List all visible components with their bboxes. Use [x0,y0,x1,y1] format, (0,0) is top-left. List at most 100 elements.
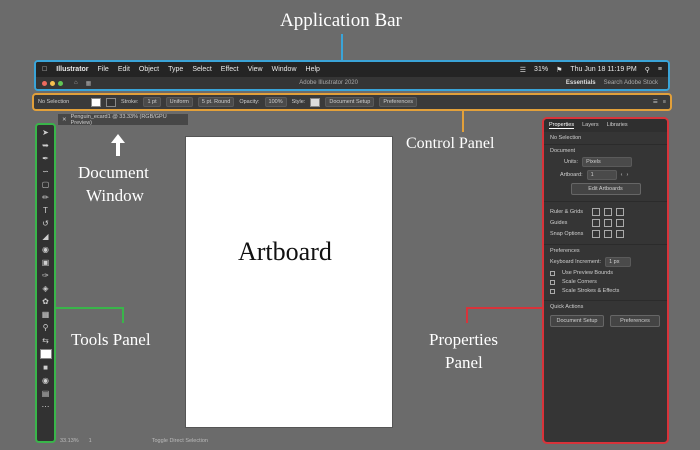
workspace-switcher[interactable]: Essentials [566,80,596,86]
screen-mode-icon[interactable]: ▤ [42,389,50,398]
artboard-navigator[interactable]: 1 [89,438,92,444]
stroke-profile-dropdown[interactable]: Uniform [165,97,193,107]
tools-panel-pointer-v [122,307,124,323]
panel-menu-icon[interactable]: ≡ [663,99,666,105]
search-icon[interactable]: ⚲ [645,66,650,74]
fill-stroke-swatch-icon[interactable] [39,349,52,359]
properties-panel: Properties Layers Libraries No Selection… [542,117,669,444]
status-bar: 33.13% 1 Toggle Direct Selection [58,436,538,445]
units-dropdown[interactable]: Pixels [582,157,633,167]
more-tools-icon[interactable]: ⋯ [42,402,50,411]
color-mode-icon[interactable]: ■ [43,363,48,372]
rotate-tool-icon[interactable]: ↺ [42,219,49,228]
fill-swatch[interactable] [91,97,101,107]
preferences-button[interactable]: Preferences [379,97,417,107]
artboard[interactable]: Artboard [185,136,393,428]
menu-window[interactable]: Window [272,66,297,73]
arrange-documents-icon[interactable]: ▦ [86,80,92,87]
preferences-quick-button[interactable]: Preferences [610,315,660,327]
close-window-button[interactable] [42,80,47,86]
app-name[interactable]: Illustrator [56,66,88,73]
grid-icon[interactable] [604,208,612,216]
paintbrush-tool-icon[interactable]: ✏ [42,193,49,202]
direct-selection-tool-icon[interactable]: ➥ [42,141,49,150]
units-label: Units: [564,159,579,165]
stroke-label[interactable]: Stroke: [121,99,138,105]
properties-panel-pointer-h [466,307,542,309]
selection-indicator: No Selection [38,99,70,105]
document-tab[interactable]: ✕ Penguin_ecard1 @ 33.33% (RGB/GPU Previ… [58,114,188,126]
smart-guides-icon[interactable] [616,219,624,227]
document-setup-quick-button[interactable]: Document Setup [550,315,604,327]
symbol-sprayer-tool-icon[interactable]: ✿ [42,297,49,306]
flag-icon[interactable]: ⚑ [556,66,562,74]
opacity-field[interactable]: 100% [264,97,287,107]
ruler-icon[interactable] [592,208,600,216]
zoom-tool-icon[interactable]: ⚲ [43,323,49,332]
stroke-weight-field[interactable]: 1 pt [143,97,161,107]
type-tool-icon[interactable]: T [43,206,48,215]
show-guides-icon[interactable] [592,219,600,227]
stock-search-input[interactable]: Search Adobe Stock [604,80,658,86]
menu-edit[interactable]: Edit [118,66,130,73]
menu-view[interactable]: View [248,66,263,73]
use-preview-bounds-checkbox[interactable] [550,270,555,276]
rectangle-tool-icon[interactable]: ▢ [42,180,50,189]
menu-file[interactable]: File [98,66,109,73]
scale-strokes-label: Scale Strokes & Effects [562,288,620,294]
scale-strokes-checkbox[interactable] [550,288,555,294]
shape-builder-tool-icon[interactable]: ◉ [42,245,49,254]
align-icon[interactable]: ☰ [653,99,658,105]
battery-level[interactable]: 31% [534,66,548,73]
document-heading: Document [550,148,576,154]
quick-actions-heading: Quick Actions [550,304,584,310]
menu-object[interactable]: Object [139,66,159,73]
selection-section: No Selection [544,132,667,145]
keyboard-increment-field[interactable]: 1 px [605,257,632,267]
tab-libraries[interactable]: Libraries [607,122,628,129]
snap-to-point-icon[interactable] [592,230,600,238]
clock[interactable]: Thu Jun 18 11:19 PM [570,66,636,73]
tab-properties[interactable]: Properties [549,122,575,129]
tab-layers[interactable]: Layers [582,122,599,129]
edit-artboards-button[interactable]: Edit Artboards [570,183,641,195]
brush-dropdown[interactable]: 5 pt. Round [197,97,235,107]
artboard-tool-icon[interactable]: ▦ [42,310,50,319]
menu-help[interactable]: Help [306,66,320,73]
transparency-grid-icon[interactable] [616,208,624,216]
gradient-tool-icon[interactable]: ▣ [42,258,50,267]
menu-type[interactable]: Type [168,66,183,73]
selection-tool-icon[interactable]: ➤ [42,128,49,137]
swap-fill-stroke-icon[interactable]: ⇆ [42,336,49,345]
guides-label: Guides [550,220,568,226]
wifi-icon[interactable]: ☰ [520,66,526,74]
opacity-label[interactable]: Opacity: [239,99,259,105]
blend-tool-icon[interactable]: ◈ [42,284,48,293]
graphic-style-swatch[interactable] [310,97,321,107]
home-icon[interactable]: ⌂ [74,80,78,86]
curvature-tool-icon[interactable]: ∽ [42,167,49,176]
zoom-level[interactable]: 33.13% [60,438,79,444]
pen-tool-icon[interactable]: ✒ [42,154,49,163]
zoom-window-button[interactable] [58,80,63,86]
lock-guides-icon[interactable] [604,219,612,227]
menu-list-icon[interactable]: ≡ [658,66,662,73]
eyedropper-tool-icon[interactable]: ✑ [42,271,49,280]
snap-to-pixel-icon[interactable] [604,230,612,238]
next-artboard-icon[interactable]: › [626,172,628,178]
snap-to-grid-icon[interactable] [616,230,624,238]
apple-icon[interactable]:  [42,66,47,73]
eraser-tool-icon[interactable]: ◢ [42,232,48,241]
artboard-dropdown[interactable]: 1 [586,170,617,180]
properties-panel-pointer-v [466,307,468,323]
document-setup-button[interactable]: Document Setup [325,97,375,107]
menu-select[interactable]: Select [192,66,211,73]
menu-effect[interactable]: Effect [221,66,239,73]
stroke-swatch[interactable] [106,97,116,107]
close-tab-icon[interactable]: ✕ [62,117,67,123]
draw-mode-icon[interactable]: ◉ [42,376,49,385]
current-tool-status: Toggle Direct Selection [151,437,208,444]
minimize-window-button[interactable] [50,80,55,86]
prev-artboard-icon[interactable]: ‹ [621,172,623,178]
scale-corners-checkbox[interactable] [550,279,555,285]
